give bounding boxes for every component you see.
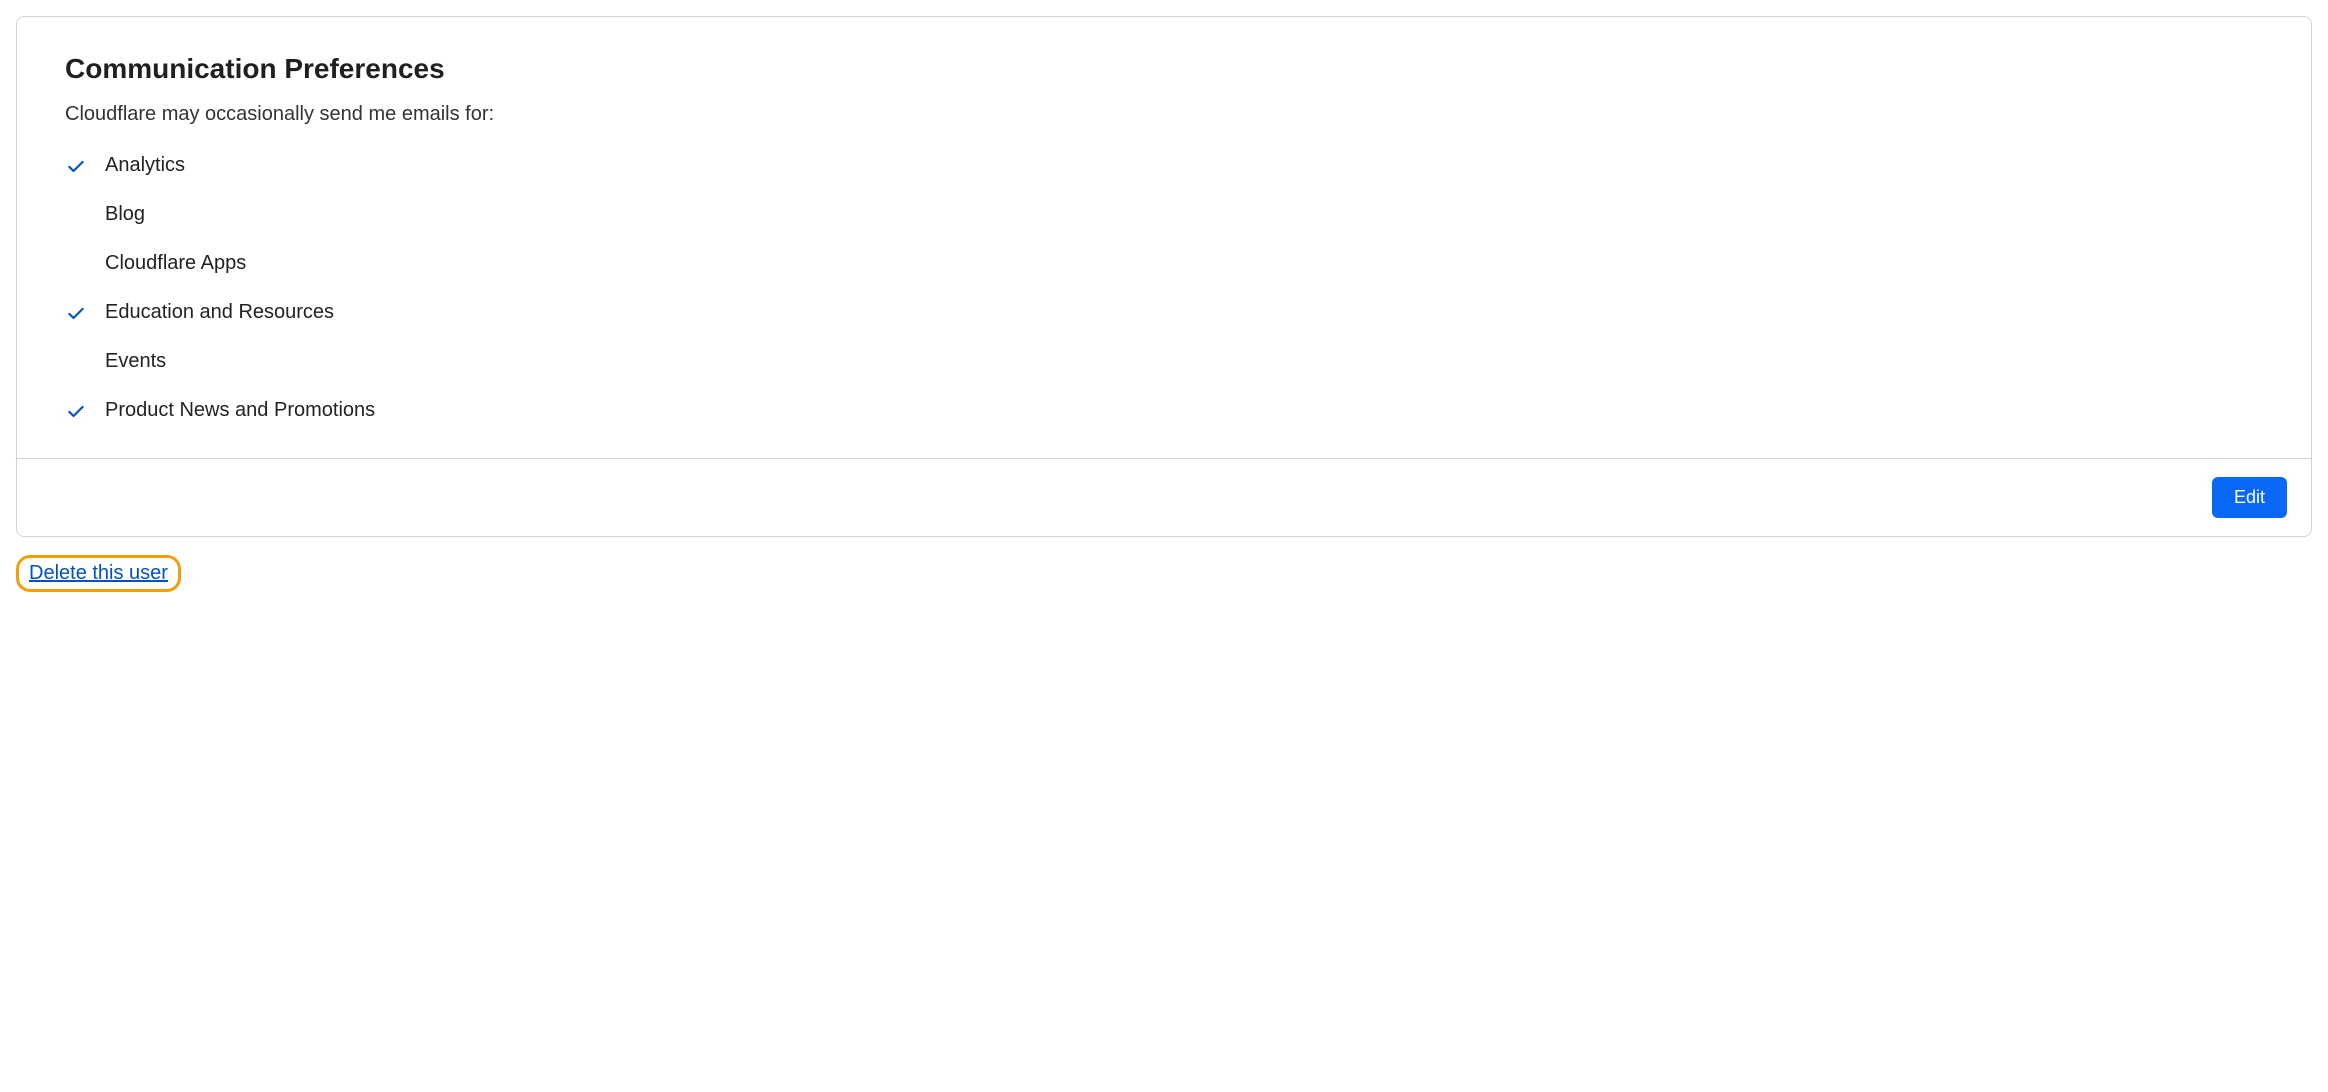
communication-preferences-card: Communication Preferences Cloudflare may… bbox=[16, 16, 2312, 537]
check-icon bbox=[65, 302, 87, 324]
pref-label: Analytics bbox=[105, 154, 185, 177]
pref-label: Events bbox=[105, 350, 166, 373]
check-icon-empty bbox=[65, 204, 87, 226]
card-body: Communication Preferences Cloudflare may… bbox=[17, 17, 2311, 458]
edit-button[interactable]: Edit bbox=[2212, 477, 2287, 518]
delete-user-link[interactable]: Delete this user bbox=[29, 562, 168, 584]
pref-item-events: Events bbox=[65, 350, 2263, 373]
pref-label: Cloudflare Apps bbox=[105, 252, 246, 275]
card-title: Communication Preferences bbox=[65, 53, 2263, 85]
check-icon-empty bbox=[65, 351, 87, 373]
pref-item-education-resources: Education and Resources bbox=[65, 301, 2263, 324]
pref-label: Education and Resources bbox=[105, 301, 334, 324]
card-footer: Edit bbox=[17, 458, 2311, 536]
pref-item-product-news: Product News and Promotions bbox=[65, 399, 2263, 422]
pref-label: Blog bbox=[105, 203, 145, 226]
check-icon-empty bbox=[65, 253, 87, 275]
delete-user-highlight: Delete this user bbox=[16, 555, 181, 592]
card-subtitle: Cloudflare may occasionally send me emai… bbox=[65, 103, 2263, 126]
pref-item-cloudflare-apps: Cloudflare Apps bbox=[65, 252, 2263, 275]
pref-label: Product News and Promotions bbox=[105, 399, 375, 422]
check-icon bbox=[65, 155, 87, 177]
pref-item-blog: Blog bbox=[65, 203, 2263, 226]
preferences-list: Analytics Blog Cloudflare Apps Education… bbox=[65, 154, 2263, 422]
pref-item-analytics: Analytics bbox=[65, 154, 2263, 177]
check-icon bbox=[65, 400, 87, 422]
